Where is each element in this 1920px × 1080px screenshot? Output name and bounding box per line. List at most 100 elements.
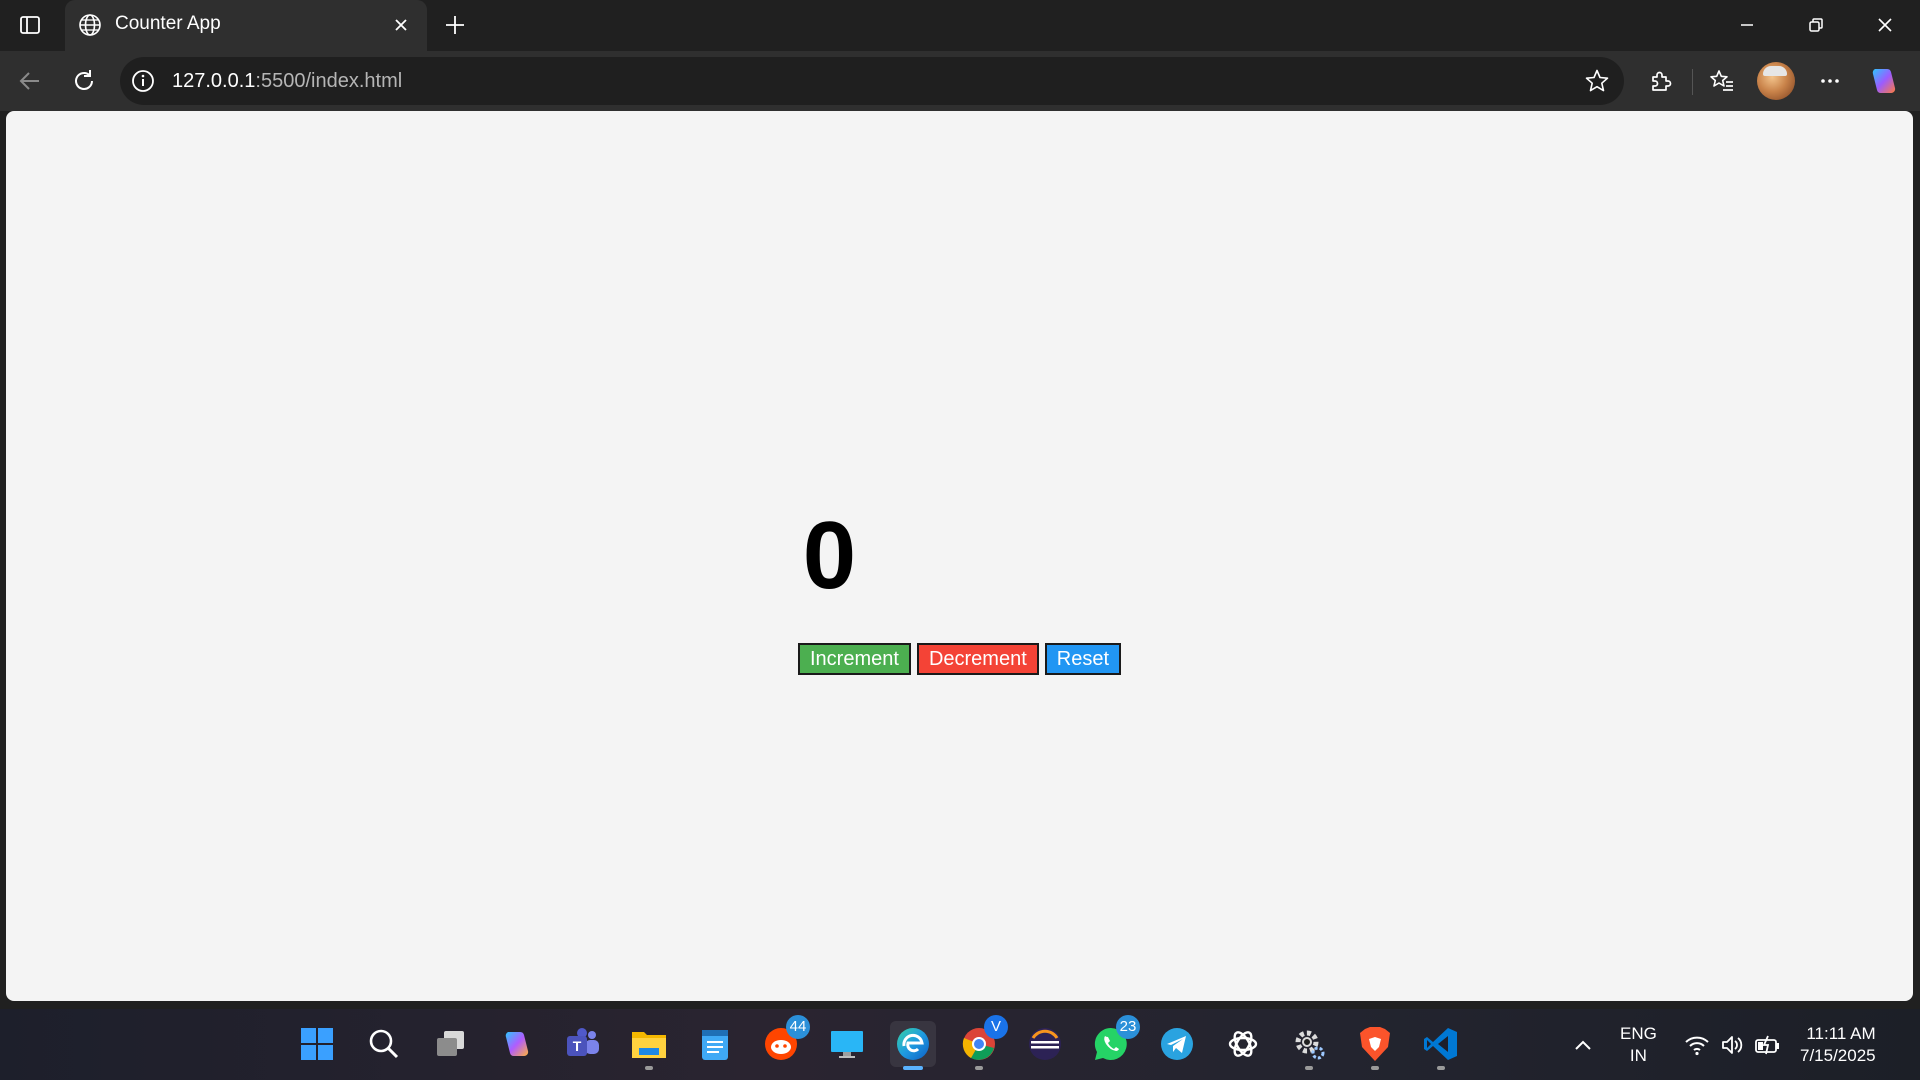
notepad-icon (702, 1030, 728, 1060)
taskbar-telegram[interactable] (1154, 1021, 1200, 1067)
close-tab-button[interactable] (389, 13, 413, 37)
info-icon[interactable] (130, 68, 156, 94)
vscode-icon (1424, 1028, 1457, 1060)
profile-avatar[interactable] (1757, 62, 1795, 100)
counter-buttons: Increment Decrement Reset (798, 643, 1121, 675)
back-button[interactable] (12, 63, 48, 99)
edge-icon (897, 1028, 929, 1060)
favorites-icon (1710, 70, 1733, 91)
url-path: :5500/index.html (255, 70, 403, 92)
sidebar-layout-icon (20, 16, 40, 34)
profile-badge: V (984, 1015, 1008, 1039)
clock[interactable]: 11:11 AM 7/15/2025 (1800, 1009, 1876, 1080)
running-indicator (975, 1066, 983, 1070)
windows-start-icon (301, 1028, 333, 1060)
minimize-icon (1741, 24, 1753, 26)
wifi-icon (1685, 1036, 1709, 1055)
globe-icon (79, 14, 101, 36)
address-bar[interactable]: 127.0.0.1:5500/index.html (120, 57, 1624, 105)
more-horizontal-icon (1821, 79, 1839, 83)
refresh-button[interactable] (66, 63, 102, 99)
teams-icon: T (567, 1028, 599, 1056)
quick-settings-button[interactable] (1684, 1009, 1782, 1080)
chevron-up-icon (1575, 1040, 1591, 1050)
restore-icon (1809, 18, 1823, 32)
reset-button[interactable]: Reset (1044, 643, 1121, 675)
increment-button[interactable]: Increment (798, 643, 911, 675)
taskbar-file-explorer[interactable] (626, 1021, 672, 1070)
new-tab-button[interactable] (440, 10, 470, 40)
eclipse-icon (1029, 1028, 1061, 1060)
search-icon (369, 1029, 399, 1059)
tab-counter-app[interactable]: Counter App (65, 0, 427, 51)
plus-icon (446, 16, 464, 34)
restore-button[interactable] (1799, 10, 1833, 40)
region-code: IN (1629, 1045, 1647, 1065)
file-explorer-icon (632, 1032, 666, 1058)
desktop-icon (831, 1031, 863, 1058)
svg-text:T: T (573, 1038, 582, 1054)
task-view-button[interactable] (428, 1021, 474, 1067)
copilot-button[interactable] (1866, 63, 1902, 99)
language-indicator[interactable]: ENG IN (1620, 1009, 1657, 1080)
extensions-button[interactable] (1643, 63, 1679, 99)
taskbar-chatgpt[interactable] (1220, 1021, 1266, 1067)
taskbar-brave[interactable] (1352, 1021, 1398, 1070)
volume-icon (1722, 1035, 1743, 1054)
running-indicator (1305, 1066, 1313, 1070)
url-host: 127.0.0.1 (172, 70, 256, 92)
page-viewport: 0 Increment Decrement Reset (6, 111, 1913, 1001)
battery-charging-icon (1755, 1035, 1779, 1054)
taskbar-vscode[interactable] (1418, 1021, 1464, 1070)
task-view-icon (437, 1031, 464, 1056)
refresh-icon (75, 70, 93, 90)
close-icon (1878, 18, 1892, 32)
search-button[interactable] (361, 1021, 407, 1067)
decrement-button[interactable]: Decrement (916, 643, 1039, 675)
more-options-button[interactable] (1812, 63, 1848, 99)
taskbar-settings[interactable] (1286, 1021, 1332, 1070)
url-text[interactable]: 127.0.0.1:5500/index.html (172, 57, 402, 105)
taskbar-whatsapp[interactable]: 23 (1088, 1015, 1140, 1067)
running-indicator (645, 1066, 653, 1070)
settings-icon (1295, 1030, 1325, 1060)
running-indicator (1371, 1066, 1379, 1070)
taskbar-notepad[interactable] (692, 1021, 738, 1067)
notification-badge: 44 (786, 1015, 810, 1039)
taskbar-desktop[interactable] (824, 1021, 870, 1067)
counter-value: 0 (802, 502, 857, 609)
running-indicator (1437, 1066, 1445, 1070)
active-indicator (903, 1066, 923, 1070)
clock-text: 11:11 AM 7/15/2025 (1800, 1023, 1876, 1067)
browser-titlebar: Counter App (0, 0, 1920, 51)
language-code: ENG (1620, 1023, 1657, 1043)
chatgpt-icon (1228, 1031, 1258, 1057)
tab-actions-button[interactable] (12, 10, 48, 40)
copilot-icon (1872, 68, 1896, 94)
close-icon (395, 19, 407, 31)
favorites-button[interactable] (1704, 63, 1740, 99)
taskbar-reddit[interactable]: 44 (758, 1015, 810, 1067)
taskbar-teams[interactable]: T (560, 1021, 606, 1067)
puzzle-icon (1652, 71, 1672, 91)
copilot-icon (505, 1031, 529, 1057)
telegram-icon (1161, 1028, 1193, 1060)
browser-toolbar: 127.0.0.1:5500/index.html (0, 51, 1920, 111)
notification-badge: 23 (1116, 1015, 1140, 1039)
clock-date: 7/15/2025 (1800, 1045, 1876, 1065)
star-icon[interactable] (1584, 68, 1610, 94)
taskbar-eclipse[interactable] (1022, 1021, 1068, 1067)
minimize-button[interactable] (1730, 10, 1764, 40)
start-button[interactable] (294, 1021, 340, 1067)
tab-title: Counter App (115, 13, 221, 34)
taskbar-chrome[interactable]: V (956, 1015, 1008, 1070)
close-window-button[interactable] (1868, 10, 1902, 40)
taskbar-edge[interactable] (890, 1021, 936, 1070)
windows-taskbar: T 44 V 23 ENG IN 11:11 AM 7/15/2025 (0, 1009, 1920, 1080)
taskbar-copilot[interactable] (494, 1021, 540, 1067)
language-text: ENG IN (1620, 1023, 1657, 1067)
brave-icon (1360, 1027, 1390, 1061)
show-hidden-icons-button[interactable] (1572, 1009, 1594, 1080)
toolbar-divider (1692, 69, 1693, 95)
arrow-left-icon (19, 72, 39, 90)
